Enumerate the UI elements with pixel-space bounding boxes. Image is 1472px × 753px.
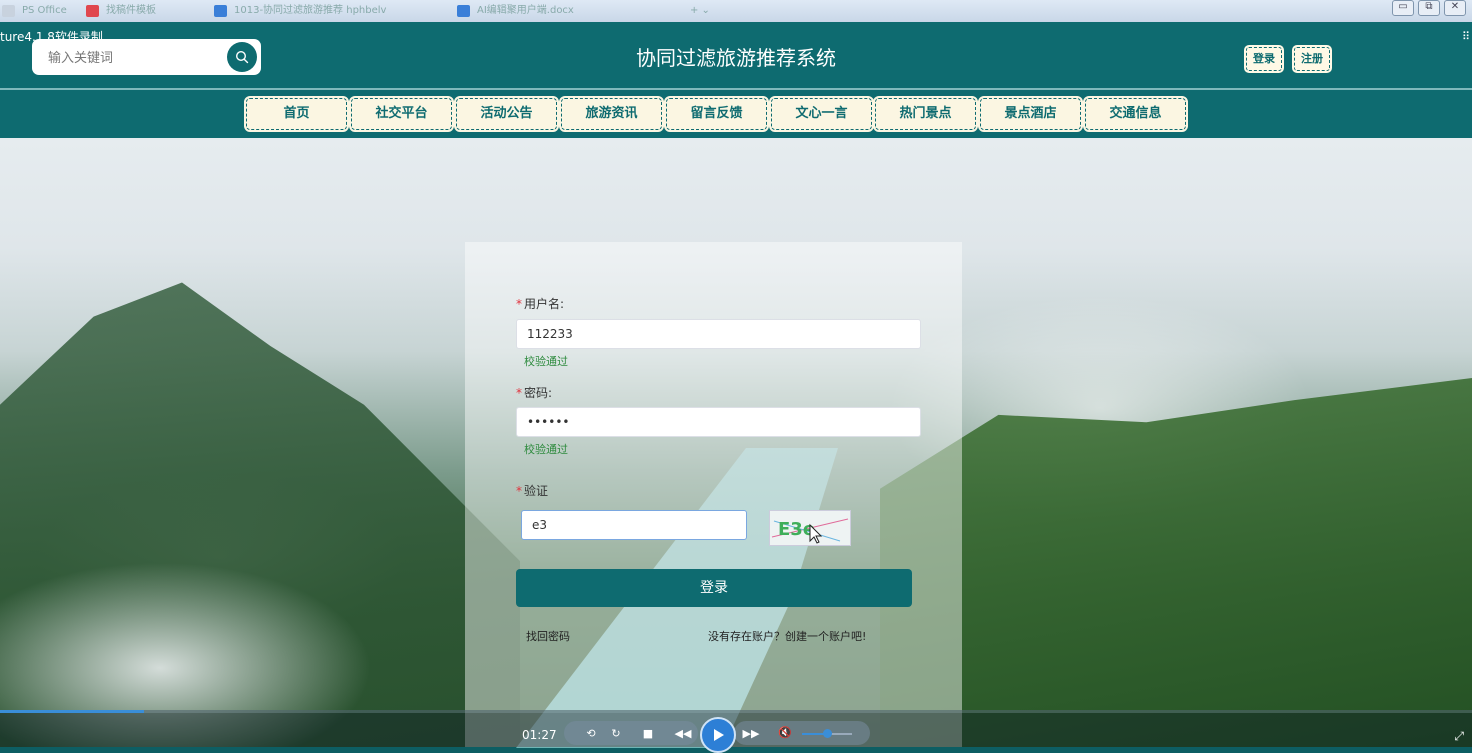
fast-forward-icon[interactable]: ▶▶	[740, 727, 762, 740]
new-tab-button[interactable]: + ⌄	[690, 3, 710, 19]
close-icon[interactable]: ✕	[1444, 0, 1466, 16]
maximize-icon[interactable]: ⧉	[1418, 0, 1440, 16]
nav-item-attractions[interactable]: 热门景点	[873, 96, 978, 132]
minimize-icon[interactable]: ▭	[1392, 0, 1414, 16]
password-label-text: 密码:	[524, 386, 553, 400]
password-valid-message: 校验通过	[524, 443, 568, 456]
create-account-link[interactable]: 没有存在账户？创建一个账户吧!	[708, 628, 866, 644]
captcha-text: E3e	[778, 519, 815, 540]
os-tab[interactable]: PS Office	[0, 3, 67, 19]
nav-item-ernie[interactable]: 文心一言	[769, 96, 874, 132]
play-button[interactable]	[700, 717, 736, 753]
nav-item-home[interactable]: 首页	[244, 96, 349, 132]
tab-label: AI编辑聚用户端.docx	[477, 5, 574, 16]
cursor-icon	[809, 523, 823, 544]
grid-icon[interactable]: ⠿	[1462, 30, 1470, 43]
recorder-label: ture4.1.8软件录制	[0, 30, 103, 44]
required-marker: *	[516, 386, 522, 400]
mute-icon[interactable]: 🔇	[776, 726, 794, 739]
username-label: * 用户名:	[516, 295, 564, 312]
mountain-right	[880, 378, 1472, 747]
player-controls: 01:27 ⟲ ↻ ■ ◀◀ ▶▶ 🔇 ⤢	[0, 713, 1472, 753]
repeat-icon[interactable]: ⟲	[583, 727, 599, 740]
captcha-label-text: 验证	[524, 484, 549, 498]
nav-item-transport[interactable]: 交通信息	[1083, 96, 1188, 132]
play-icon	[714, 729, 724, 741]
nav-item-social[interactable]: 社交平台	[349, 96, 454, 132]
login-submit-button[interactable]: 登录	[516, 569, 912, 607]
captcha-graphic: E3e	[771, 518, 849, 544]
tab-favicon-icon	[2, 5, 15, 17]
fullscreen-icon[interactable]: ⤢	[1454, 729, 1464, 744]
volume-slider[interactable]	[802, 729, 852, 738]
required-marker: *	[516, 484, 522, 498]
captcha-image[interactable]: E3e	[769, 510, 851, 546]
stop-icon[interactable]: ■	[640, 727, 656, 740]
refresh-icon[interactable]: ↻	[608, 727, 624, 740]
tab-label: 找稿件模板	[106, 5, 156, 16]
volume-knob[interactable]	[823, 729, 832, 738]
tab-label: 1013-协同过滤旅游推荐 hphbelv	[234, 5, 387, 16]
tab-favicon-icon	[86, 5, 99, 17]
login-button[interactable]: 登录	[1244, 45, 1284, 73]
window-controls: ▭ ⧉ ✕	[1392, 0, 1466, 16]
nav-item-travel-news[interactable]: 旅游资讯	[559, 96, 664, 132]
os-tab[interactable]: 找稿件模板	[84, 3, 156, 19]
password-label: * 密码:	[516, 384, 552, 401]
password-field[interactable]: ••••••	[516, 407, 921, 437]
username-field[interactable]: 112233	[516, 319, 921, 349]
forgot-password-link[interactable]: 找回密码	[526, 628, 570, 644]
rewind-icon[interactable]: ◀◀	[672, 727, 694, 740]
username-valid-message: 校验通过	[524, 355, 568, 368]
site-header: 协同过滤旅游推荐系统 登录 注册	[0, 22, 1472, 88]
playback-time: 01:27	[522, 728, 557, 742]
tab-label: PS Office	[22, 5, 67, 16]
os-tab[interactable]: 1013-协同过滤旅游推荐 hphbelv	[212, 3, 386, 19]
nav-item-announcements[interactable]: 活动公告	[454, 96, 559, 132]
login-panel: * 用户名: 112233 校验通过 * 密码: •••••• 校验通过 * 验证 e…	[465, 242, 962, 747]
required-marker: *	[516, 297, 522, 311]
nav-item-hotels[interactable]: 景点酒店	[978, 96, 1083, 132]
username-label-text: 用户名:	[524, 297, 565, 311]
register-button[interactable]: 注册	[1292, 45, 1332, 73]
captcha-label: * 验证	[516, 482, 548, 499]
main-nav: 首页 社交平台 活动公告 旅游资讯 留言反馈 文心一言 热门景点 景点酒店 交通…	[0, 90, 1472, 138]
tab-favicon-icon	[457, 5, 470, 17]
tab-favicon-icon	[214, 5, 227, 17]
captcha-field[interactable]: e3	[521, 510, 747, 540]
os-tab[interactable]: AI编辑聚用户端.docx	[455, 3, 574, 19]
os-tab-strip: PS Office 找稿件模板 1013-协同过滤旅游推荐 hphbelv AI…	[0, 0, 1472, 23]
nav-item-feedback[interactable]: 留言反馈	[664, 96, 769, 132]
